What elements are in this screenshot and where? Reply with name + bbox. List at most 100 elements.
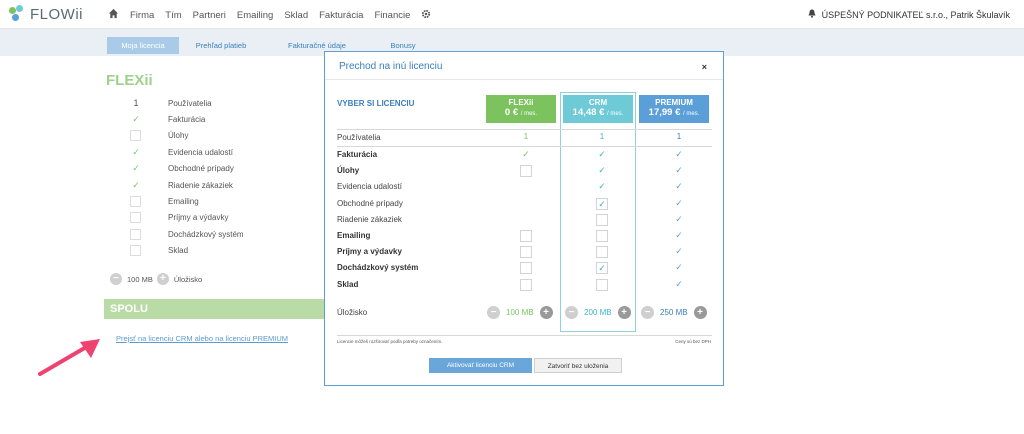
nav-item-sklad[interactable]: Sklad — [284, 10, 308, 21]
checkbox-flexii[interactable] — [520, 165, 532, 178]
check-icon-premium: ✓ — [675, 165, 683, 176]
check-icon-premium: ✓ — [675, 278, 683, 289]
close-icon[interactable]: × — [702, 62, 707, 72]
bg-feature-label: Emailing — [168, 196, 199, 206]
storage-value: 250 MB — [660, 307, 688, 317]
home-icon[interactable] — [108, 8, 119, 22]
users-row: Používatelia 1 1 1 — [337, 130, 712, 146]
bg-feature-label: Dochádzkový systém — [168, 229, 244, 239]
plan-unit: / mes. — [683, 111, 700, 117]
bg-feature-row: Príjmy a výdavky — [130, 211, 330, 225]
storage-value: 100 MB — [506, 307, 534, 317]
choose-license-label: VYBER SI LICENCIU — [337, 99, 415, 108]
bg-storage-row: − 100 MB + Úložisko — [110, 273, 202, 285]
main-nav: Firma Tím Partneri Emailing Sklad Faktur… — [108, 8, 442, 22]
feature-label: Príjmy a výdavky — [337, 247, 402, 257]
checkbox-checked-crm[interactable]: ✓ — [596, 262, 608, 275]
users-count-crm: 1 — [599, 132, 605, 141]
feature-label: Emailing — [337, 231, 371, 240]
plan-flexii-button[interactable]: FLEXii 0 € / mes. — [486, 95, 556, 123]
feature-row: Emailing ✓ — [337, 228, 712, 244]
nav-item-partneri[interactable]: Partneri — [193, 10, 226, 21]
plan-crm-button[interactable]: CRM 14,48 € / mes. — [563, 95, 633, 123]
minus-icon[interactable]: − — [110, 273, 122, 285]
vat-note: Ceny sú bez DPH — [675, 339, 711, 344]
storage-label: Úložisko — [337, 308, 368, 317]
logo-text: FLOWii — [30, 5, 83, 23]
plan-name: CRM — [588, 98, 608, 107]
logo-icon — [8, 5, 26, 23]
check-icon-flexii: ✓ — [522, 149, 530, 159]
gear-icon[interactable] — [421, 9, 431, 22]
plus-icon[interactable]: + — [156, 273, 169, 285]
plan-price: 17,99 € — [648, 107, 681, 118]
bg-feature-count: 1 — [133, 98, 139, 108]
feature-row: Obchodné prípady ✓ ✓ — [337, 196, 712, 212]
nav-item-firma[interactable]: Firma — [130, 10, 154, 21]
top-navbar: FLOWii Firma Tím Partneri Emailing Sklad… — [0, 0, 1024, 29]
logo[interactable]: FLOWii — [8, 5, 83, 23]
modal-title: Prechod na inú licenciu — [339, 61, 443, 72]
minus-icon[interactable]: − — [641, 305, 654, 319]
checkbox-crm[interactable] — [596, 246, 608, 259]
nav-item-tim[interactable]: Tím — [165, 10, 181, 21]
feature-label: Sklad — [337, 279, 359, 289]
checkbox-crm[interactable] — [596, 278, 608, 291]
checkbox[interactable] — [130, 228, 141, 240]
plan-price: 0 € — [504, 107, 519, 118]
bg-storage-value: 100 MB — [127, 274, 153, 284]
check-icon-crm: ✓ — [598, 165, 606, 176]
close-without-saving-button[interactable]: Zatvoriť bez uloženia — [534, 358, 622, 373]
divider — [325, 79, 723, 80]
license-note: Licencie môžeš rozširovať podľa potreby … — [337, 339, 443, 344]
activate-license-button[interactable]: Aktivovať licenciu CRM — [429, 358, 532, 373]
company-user-name[interactable]: ÚSPEŠNÝ PODNIKATEĽ s.r.o., Patrik Škulav… — [822, 10, 1010, 20]
feature-row: Sklad ✓ — [337, 277, 712, 293]
bg-feature-row: Emailing — [130, 194, 330, 208]
checkbox-crm[interactable] — [596, 230, 608, 242]
bg-feature-row: Dochádzkový systém — [130, 227, 330, 241]
plus-icon[interactable]: + — [693, 305, 707, 319]
bg-feature-label: Príjmy a výdavky — [168, 213, 229, 223]
bg-feature-row: Úlohy — [130, 129, 330, 143]
nav-item-financie[interactable]: Financie — [374, 10, 410, 21]
checkbox-flexii[interactable] — [520, 230, 532, 242]
check-icon-premium: ✓ — [675, 246, 683, 257]
check-icon-premium: ✓ — [675, 262, 683, 273]
checkbox-flexii[interactable] — [520, 262, 532, 275]
checkbox-checked-crm[interactable]: ✓ — [596, 197, 608, 210]
minus-icon[interactable]: − — [487, 305, 500, 319]
bell-icon[interactable] — [808, 9, 816, 20]
plus-icon[interactable]: + — [539, 305, 553, 319]
plan-name: FLEXii — [508, 98, 534, 107]
tab-moja-licencia[interactable]: Moja licencia — [107, 37, 179, 54]
checkbox[interactable] — [130, 245, 141, 257]
plus-icon[interactable]: + — [617, 305, 631, 319]
checkbox-flexii[interactable] — [520, 246, 532, 259]
minus-icon[interactable]: − — [565, 305, 578, 319]
bg-feature-row: Sklad — [130, 244, 330, 258]
checkbox-crm[interactable] — [596, 213, 608, 226]
feature-row: Riadenie zákaziek ✓ — [337, 212, 712, 228]
users-count-flexii: 1 — [523, 132, 529, 141]
upgrade-license-link[interactable]: Prejsť na licenciu CRM alebo na licenciu… — [116, 334, 288, 343]
feature-row: Dochádzkový systém ✓ ✓ — [337, 260, 712, 276]
license-change-modal: Prechod na inú licenciu × VYBER SI LICEN… — [324, 51, 724, 386]
plan-premium-button[interactable]: PREMIUM 17,99 € / mes. — [639, 95, 709, 123]
checkbox[interactable] — [130, 212, 141, 224]
check-icon-crm: ✓ — [598, 181, 606, 192]
bg-feature-row: ✓ Evidencia udalostí — [130, 145, 330, 159]
feature-label: Evidencia udalostí — [337, 182, 402, 192]
feature-label: Úlohy — [337, 166, 360, 176]
users-count-premium: 1 — [676, 132, 682, 141]
tab-prehlad-platieb[interactable]: Prehľad platieb — [186, 37, 256, 54]
checkbox[interactable] — [130, 195, 141, 207]
checkbox[interactable] — [130, 130, 141, 142]
bg-feature-label: Úlohy — [168, 131, 189, 141]
checkbox-flexii[interactable] — [520, 278, 532, 291]
nav-item-fakturacia[interactable]: Fakturácia — [319, 10, 363, 21]
check-icon-crm: ✓ — [598, 149, 606, 159]
nav-item-emailing[interactable]: Emailing — [237, 10, 273, 21]
annotation-arrow-icon — [38, 339, 100, 376]
check-icon: ✓ — [132, 163, 140, 174]
